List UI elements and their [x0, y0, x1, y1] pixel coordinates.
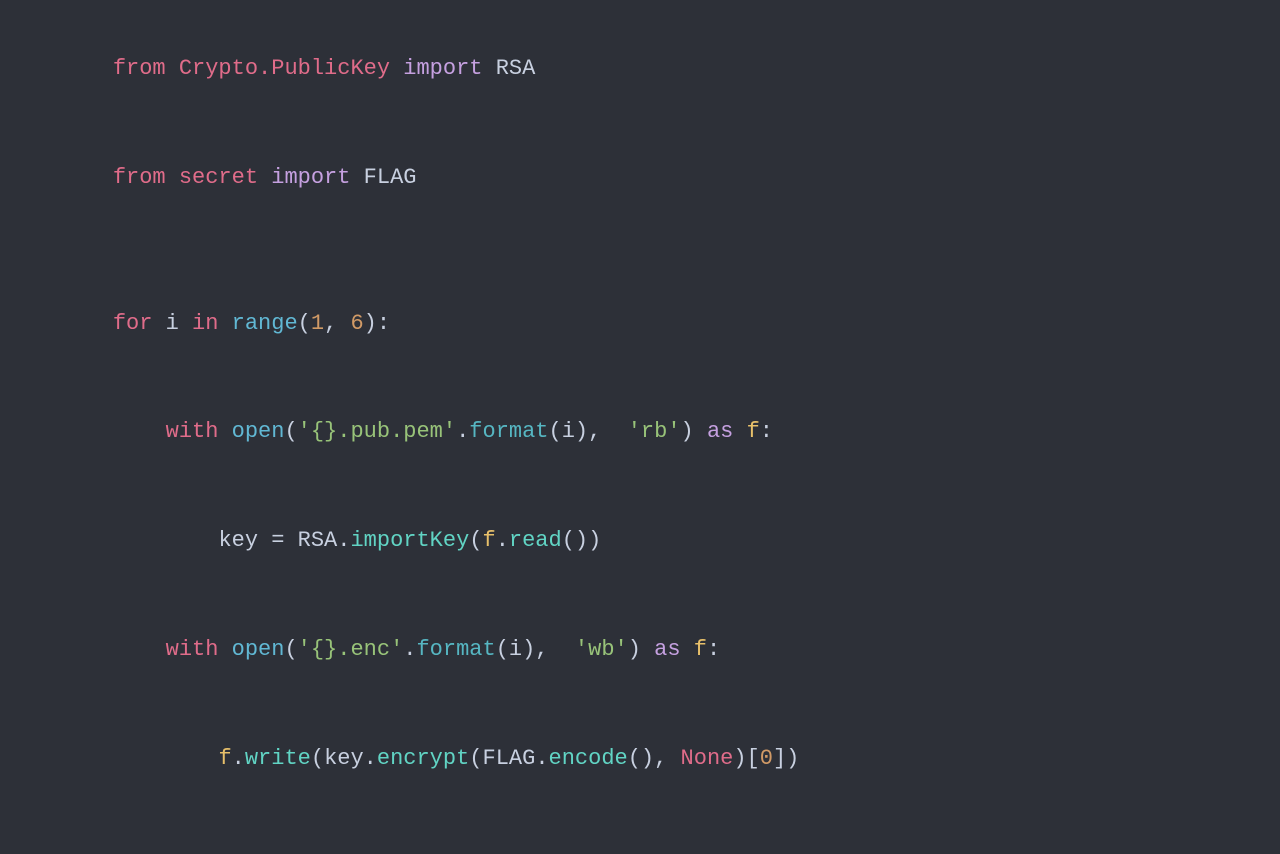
string-rb: 'rb' — [615, 419, 681, 444]
write-method: write — [245, 746, 311, 771]
eq1: = — [271, 528, 297, 553]
flag-identifier: FLAG — [364, 165, 417, 190]
paren14: (), — [628, 746, 681, 771]
module-crypto: Crypto.PublicKey — [179, 56, 403, 81]
with-keyword2: with — [166, 637, 232, 662]
as-keyword2: as — [654, 637, 694, 662]
paren16: ]) — [773, 746, 799, 771]
f-var4: f — [218, 746, 231, 771]
for-keyword: for — [113, 311, 166, 336]
line-key-assign: key = RSA.importKey(f.read()) — [60, 487, 1220, 596]
as-keyword1: as — [707, 419, 747, 444]
num-1: 1 — [311, 311, 324, 336]
f-var2: f — [483, 528, 496, 553]
import-keyword2: import — [271, 165, 363, 190]
indent2 — [113, 528, 219, 553]
rsa-ref: RSA — [298, 528, 338, 553]
string-wb: 'wb' — [562, 637, 628, 662]
encrypt-method: encrypt — [377, 746, 469, 771]
dot5: . — [232, 746, 245, 771]
line-with2: with open('{}.enc'.format(i), 'wb') as f… — [60, 596, 1220, 705]
dot4: . — [403, 637, 416, 662]
import-keyword: import — [403, 56, 495, 81]
colon2: : — [707, 637, 720, 662]
encode-method: encode — [549, 746, 628, 771]
paren11: ) — [628, 637, 654, 662]
paren3: ( — [549, 419, 562, 444]
paren-open1: ( — [298, 311, 311, 336]
rsa-class: RSA — [496, 56, 536, 81]
range-func: range — [232, 311, 298, 336]
f-var1: f — [747, 419, 760, 444]
blank-line — [60, 233, 1220, 269]
key-var: key — [218, 528, 271, 553]
paren5: ) — [681, 419, 707, 444]
indent4 — [113, 746, 219, 771]
paren6: ( — [469, 528, 482, 553]
string-enc: '{}.enc' — [298, 637, 404, 662]
i-var1: i — [562, 419, 575, 444]
line-shebang: #!/usr/bin/env python3 — [60, 0, 1220, 15]
line-fwrite: f.write(key.encrypt(FLAG.encode(), None)… — [60, 705, 1220, 814]
from-keyword: from — [113, 56, 179, 81]
dot3: . — [496, 528, 509, 553]
string-pub-pem: '{}.pub.pem' — [298, 419, 456, 444]
from-keyword2: from — [113, 165, 179, 190]
open-func2: open — [232, 637, 285, 662]
key-var2: key — [324, 746, 364, 771]
index-0: 0 — [760, 746, 773, 771]
num-6: 6 — [350, 311, 363, 336]
paren8: ( — [284, 637, 297, 662]
flag-var: FLAG — [483, 746, 536, 771]
dot6: . — [364, 746, 377, 771]
paren15: )[ — [733, 746, 759, 771]
comma1: , — [324, 311, 350, 336]
paren10: ), — [522, 637, 562, 662]
module-secret: secret — [179, 165, 271, 190]
paren7: ()) — [562, 528, 602, 553]
format-method1: format — [469, 419, 548, 444]
in-keyword: in — [192, 311, 232, 336]
colon1: : — [760, 419, 773, 444]
paren13: ( — [469, 746, 482, 771]
line-for: for i in range(1, 6): — [60, 269, 1220, 378]
dot1: . — [456, 419, 469, 444]
indent1 — [113, 419, 166, 444]
dot2: . — [337, 528, 350, 553]
line-import1: from Crypto.PublicKey import RSA — [60, 15, 1220, 124]
with-keyword1: with — [166, 419, 232, 444]
importkey-method: importKey — [350, 528, 469, 553]
loop-var-i: i — [166, 311, 192, 336]
f-var3: f — [694, 637, 707, 662]
paren9: ( — [496, 637, 509, 662]
line-import2: from secret import FLAG — [60, 124, 1220, 233]
line-with1: with open('{}.pub.pem'.format(i), 'rb') … — [60, 378, 1220, 487]
indent3 — [113, 637, 166, 662]
format-method2: format — [416, 637, 495, 662]
none-keyword: None — [681, 746, 734, 771]
paren2: ( — [284, 419, 297, 444]
dot7: . — [535, 746, 548, 771]
open-func1: open — [232, 419, 285, 444]
paren4: ), — [575, 419, 615, 444]
read-method: read — [509, 528, 562, 553]
paren12: ( — [311, 746, 324, 771]
code-block: #!/usr/bin/env python3 from Crypto.Publi… — [0, 0, 1280, 854]
paren-close1: ): — [364, 311, 390, 336]
i-var2: i — [509, 637, 522, 662]
